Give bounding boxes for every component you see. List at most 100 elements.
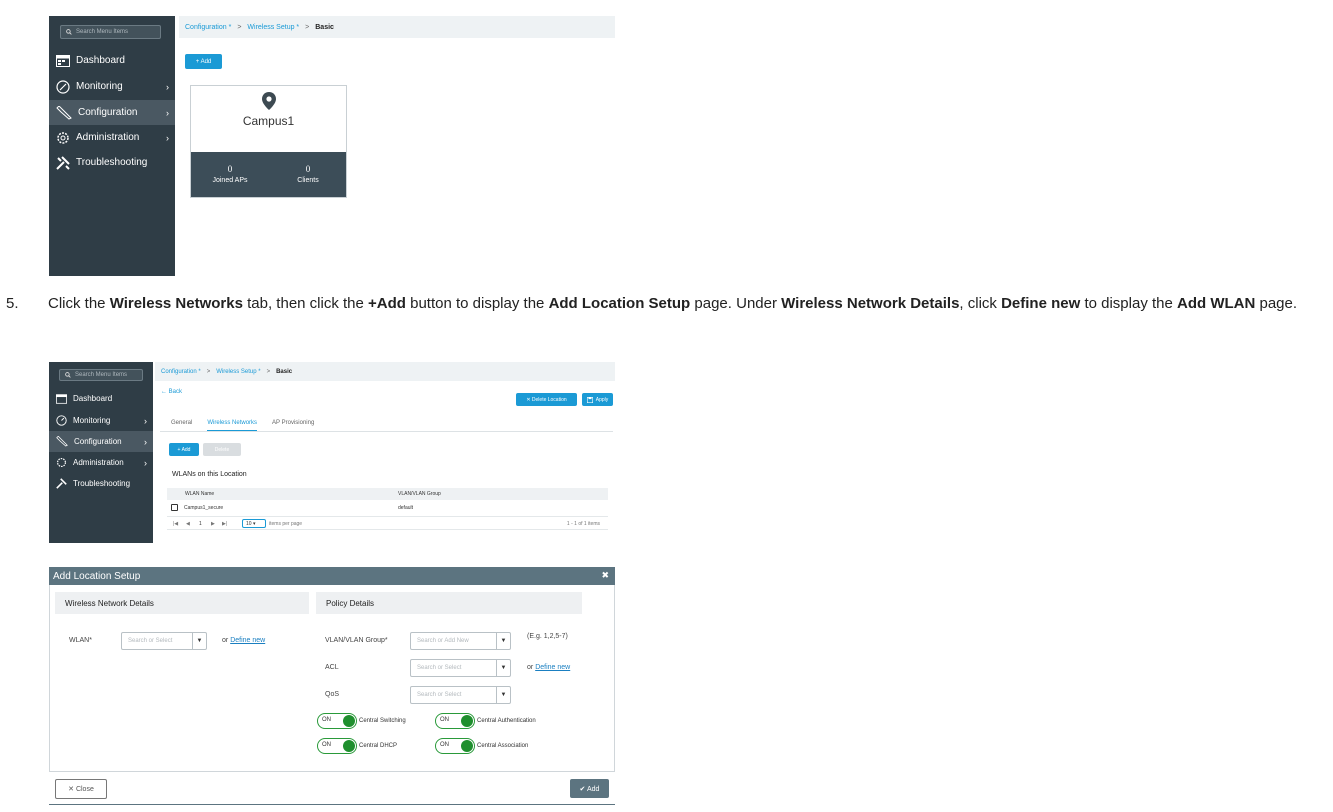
breadcrumb-configuration[interactable]: Configuration * bbox=[161, 369, 201, 375]
define-new-acl: or Define new bbox=[527, 664, 570, 671]
sidebar-item-label: Troubleshooting bbox=[76, 157, 148, 168]
step-bold-part: +Add bbox=[368, 295, 406, 312]
qos-placeholder: Search or Select bbox=[417, 692, 462, 698]
clients-stat: 0 Clients bbox=[283, 164, 333, 184]
step-text-part: tab, then click the bbox=[242, 295, 369, 312]
toggle-state: ON bbox=[322, 717, 331, 723]
current-page: 1 bbox=[199, 521, 202, 527]
add-wlan-button[interactable]: + Add bbox=[169, 443, 199, 456]
delete-label: Delete bbox=[214, 446, 230, 453]
modal-body: Wireless Network Details Policy Details … bbox=[49, 585, 615, 771]
clients-label: Clients bbox=[297, 177, 319, 184]
column-vlan-group[interactable]: VLAN/VLAN Group bbox=[398, 491, 441, 497]
apply-button[interactable]: Apply bbox=[582, 393, 613, 406]
breadcrumb-configuration[interactable]: Configuration * bbox=[185, 24, 231, 31]
location-name: Campus1 bbox=[242, 114, 295, 128]
close-button[interactable]: ✕ Close bbox=[55, 779, 107, 799]
location-card[interactable]: Campus1 0 Joined APs 0 Clients bbox=[190, 85, 347, 198]
central-dhcp-label: Central DHCP bbox=[359, 743, 398, 749]
tools-icon bbox=[56, 155, 70, 170]
column-wlan-name[interactable]: WLAN Name bbox=[185, 491, 214, 497]
tabs-divider bbox=[160, 431, 613, 432]
toggle-state: ON bbox=[322, 742, 331, 748]
search-menu-input[interactable]: Search Menu Items bbox=[59, 369, 143, 381]
vlan-placeholder: Search or Add New bbox=[417, 638, 469, 644]
central-authentication-toggle[interactable]: ON bbox=[435, 713, 475, 729]
chevron-right-icon: › bbox=[166, 107, 169, 118]
step-bold-part: Add WLAN bbox=[1177, 295, 1256, 312]
sidebar-item-configuration[interactable]: Configuration › bbox=[49, 431, 153, 452]
monitoring-icon bbox=[56, 79, 70, 94]
central-dhcp-toggle[interactable]: ON bbox=[317, 738, 357, 754]
wlan-label: WLAN* bbox=[69, 637, 92, 644]
sidebar-item-monitoring[interactable]: Monitoring › bbox=[49, 410, 153, 431]
qos-label: QoS bbox=[325, 691, 340, 698]
instruction-step: 5. Click the Wireless Networks tab, then… bbox=[6, 293, 1326, 315]
clients-value: 0 bbox=[305, 164, 311, 174]
breadcrumb-wireless-setup[interactable]: Wireless Setup * bbox=[247, 24, 299, 31]
next-page-icon[interactable]: ▶ bbox=[211, 521, 215, 527]
search-menu-input[interactable]: Search Menu Items bbox=[60, 25, 161, 39]
vlan-cell: default bbox=[398, 505, 414, 511]
chevron-down-icon: ▼ bbox=[496, 633, 510, 649]
breadcrumb-separator: > bbox=[206, 368, 211, 375]
sidebar-item-troubleshooting[interactable]: Troubleshooting bbox=[49, 150, 175, 175]
wireless-network-details-header: Wireless Network Details bbox=[55, 592, 309, 614]
step-text: Click the Wireless Networks tab, then cl… bbox=[48, 293, 1326, 315]
acl-select[interactable]: Search or Select ▼ bbox=[410, 659, 511, 677]
chevron-right-icon: › bbox=[166, 81, 169, 92]
step-text-part: Click the bbox=[48, 295, 110, 312]
pager: |◀ ◀ 1 ▶ ▶| 10 ▾ items per page 1 - 1 of… bbox=[167, 516, 608, 530]
delete-wlan-button[interactable]: Delete bbox=[203, 443, 241, 456]
gear-icon bbox=[57, 131, 69, 144]
sidebar-item-administration[interactable]: Administration › bbox=[49, 125, 175, 150]
search-placeholder: Search Menu Items bbox=[75, 372, 128, 378]
sidebar-item-label: Configuration bbox=[74, 437, 122, 446]
toggle-knob bbox=[461, 715, 473, 727]
central-switching-toggle[interactable]: ON bbox=[317, 713, 357, 729]
define-new-link[interactable]: Define new bbox=[535, 664, 570, 671]
toggle-state: ON bbox=[440, 742, 449, 748]
qos-select[interactable]: Search or Select ▼ bbox=[410, 686, 511, 704]
delete-location-button[interactable]: ✕ Delete Location bbox=[516, 393, 577, 406]
sidebar-item-label: Dashboard bbox=[76, 55, 125, 66]
sidebar-item-troubleshooting[interactable]: Troubleshooting bbox=[49, 473, 153, 494]
prev-page-icon[interactable]: ◀ bbox=[186, 521, 190, 527]
location-pin-icon bbox=[262, 92, 276, 110]
define-new-link[interactable]: Define new bbox=[230, 637, 265, 644]
step-bold-part: Wireless Networks bbox=[109, 295, 243, 312]
chevron-down-icon: ▼ bbox=[496, 687, 510, 703]
tab-wireless-networks[interactable]: Wireless Networks bbox=[207, 420, 258, 431]
chevron-right-icon: › bbox=[144, 415, 147, 426]
modal-title: Add Location Setup bbox=[53, 570, 141, 582]
search-icon bbox=[65, 372, 71, 378]
sidebar-item-configuration[interactable]: Configuration › bbox=[49, 100, 175, 125]
wlan-table-header: WLAN Name VLAN/VLAN Group bbox=[167, 488, 608, 500]
vlan-select[interactable]: Search or Add New ▼ bbox=[410, 632, 511, 650]
central-association-toggle[interactable]: ON bbox=[435, 738, 475, 754]
table-row[interactable]: Campus1_secure default bbox=[167, 502, 608, 514]
per-page-select[interactable]: 10 ▾ bbox=[242, 519, 266, 528]
chevron-right-icon: › bbox=[144, 436, 147, 447]
add-location-button[interactable]: + Add bbox=[185, 54, 222, 69]
sidebar-item-monitoring[interactable]: Monitoring › bbox=[49, 74, 175, 99]
tab-general[interactable]: General bbox=[171, 420, 192, 431]
tab-ap-provisioning[interactable]: AP Provisioning bbox=[272, 420, 314, 431]
close-icon[interactable]: ✖ bbox=[601, 570, 609, 581]
save-icon bbox=[586, 396, 593, 403]
first-page-icon[interactable]: |◀ bbox=[173, 521, 178, 527]
wrench-icon bbox=[56, 436, 68, 447]
chevron-down-icon: ▼ bbox=[192, 633, 206, 649]
back-link[interactable]: ← Back bbox=[161, 389, 182, 395]
breadcrumb-wireless-setup[interactable]: Wireless Setup * bbox=[216, 369, 260, 375]
step-text-part: page. Under bbox=[690, 295, 782, 312]
modal-bottom-border bbox=[49, 804, 615, 805]
last-page-icon[interactable]: ▶| bbox=[222, 521, 227, 527]
sidebar-item-dashboard[interactable]: Dashboard bbox=[49, 388, 153, 409]
sidebar-item-administration[interactable]: Administration › bbox=[49, 452, 153, 473]
row-checkbox[interactable] bbox=[171, 504, 178, 511]
joined-aps-stat: 0 Joined APs bbox=[205, 164, 255, 184]
wlan-select[interactable]: Search or Select ▼ bbox=[121, 632, 207, 650]
add-button[interactable]: ✔ Add bbox=[570, 779, 609, 798]
sidebar-item-dashboard[interactable]: Dashboard bbox=[49, 48, 175, 73]
